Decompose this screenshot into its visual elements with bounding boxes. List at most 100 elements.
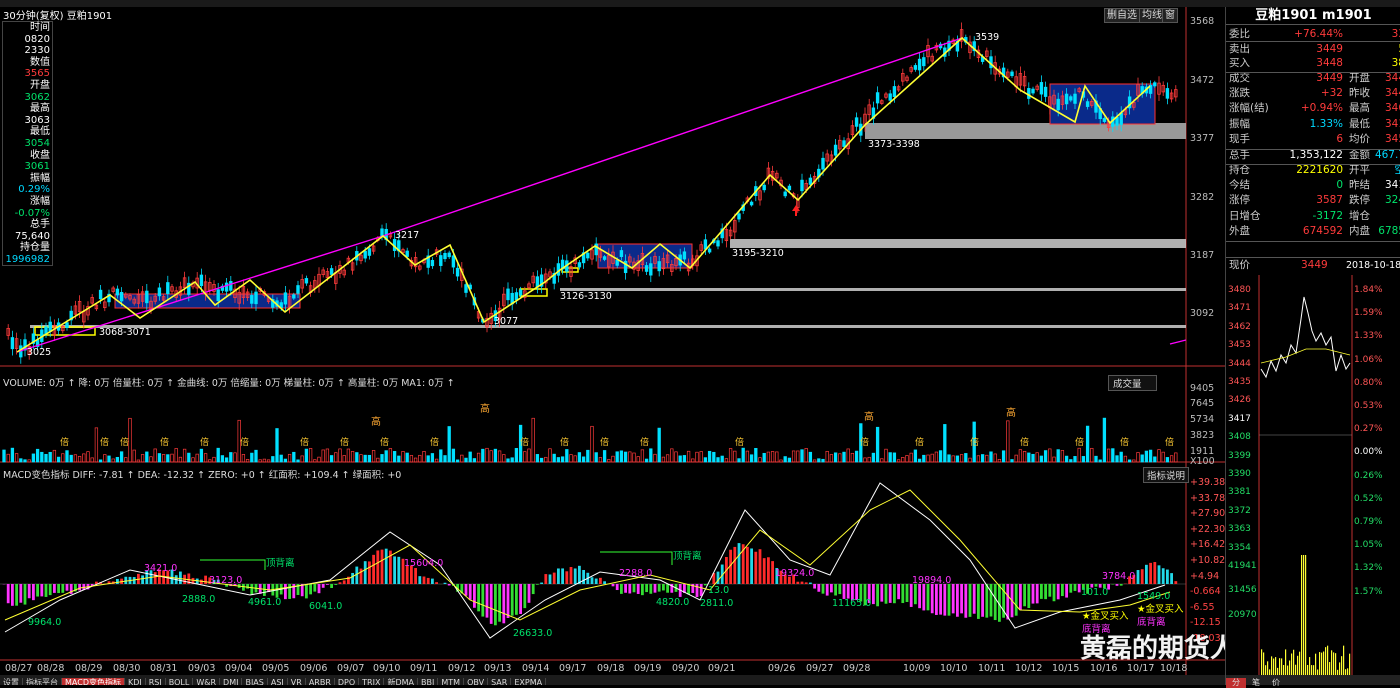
candle-body: [784, 192, 787, 196]
date-tick: 09/28: [843, 663, 870, 674]
info-row: 3061: [3, 161, 52, 173]
mini-volume-bar: [1299, 652, 1300, 675]
quote-value: 0: [1336, 178, 1343, 193]
volume-bar: [839, 454, 842, 462]
indicator-tab[interactable]: OBV: [464, 678, 488, 685]
indicator-tab[interactable]: W&R: [193, 678, 220, 685]
macd-histogram-bar: [624, 584, 627, 593]
indicator-tab[interactable]: MACD变色指标: [62, 678, 125, 685]
kline-chart-area[interactable]: 高高高高倍倍倍倍倍倍倍倍倍倍倍倍倍倍倍倍倍倍倍倍倍倍: [0, 7, 1225, 675]
quote-bottom-tabs[interactable]: 分笔价: [1226, 675, 1400, 685]
indicator-tab-bar[interactable]: 设置指标平台MACD变色指标KDJRSIBOLLW&RDMIBIASASIVRA…: [0, 675, 1225, 685]
indicator-tab[interactable]: ASI: [268, 678, 288, 685]
volume-bar: [868, 457, 871, 462]
volume-bar: [20, 459, 23, 462]
volume-bar: [696, 452, 699, 462]
macd-histogram-bar: [696, 584, 699, 597]
window-button[interactable]: 窗: [1162, 8, 1178, 23]
indicator-tab[interactable]: DMI: [220, 678, 242, 685]
volume-bar: [557, 457, 560, 462]
volume-bar: [217, 448, 220, 462]
macd-histogram-bar: [133, 577, 136, 584]
indicator-tab[interactable]: EXPMA: [511, 678, 546, 685]
macd-histogram-bar: [994, 584, 997, 620]
macd-histogram-bar: [817, 584, 820, 592]
macd-histogram-bar: [956, 584, 959, 617]
mini-volume-bar: [1341, 656, 1342, 675]
candle-body: [822, 158, 825, 169]
volume-bar: [490, 451, 493, 462]
macd-tick: +10.82: [1190, 555, 1225, 566]
indicator-tab[interactable]: SAR: [488, 678, 511, 685]
volume-bar: [666, 455, 669, 462]
volume-bar: [1141, 455, 1144, 462]
macd-histogram-bar: [15, 584, 18, 606]
macd-histogram-bar: [1137, 570, 1140, 584]
indicator-tab[interactable]: VR: [288, 678, 306, 685]
volume-bar: [981, 455, 984, 462]
indicator-tab[interactable]: BBI: [418, 678, 438, 685]
indicator-tab[interactable]: ARBR: [306, 678, 335, 685]
quote-tab[interactable]: 价: [1266, 678, 1286, 688]
quote-key2: 最低: [1349, 117, 1370, 132]
volume-bar: [28, 460, 31, 462]
volume-bar: [826, 451, 829, 462]
remove-favorite-button[interactable]: 删自选: [1104, 8, 1140, 23]
candle-body: [116, 289, 119, 295]
indicator-help-button[interactable]: 指标说明: [1143, 467, 1189, 483]
volume-indicator-dropdown[interactable]: 成交量: [1108, 375, 1157, 391]
candle-body: [406, 251, 409, 256]
volume-bar: [830, 455, 833, 462]
indicator-tab[interactable]: BIAS: [242, 678, 267, 685]
quote-tab[interactable]: 笔: [1246, 678, 1266, 688]
volume-bar: [146, 452, 149, 462]
volume-bar: [473, 459, 476, 462]
macd-histogram-bar: [931, 584, 934, 613]
volume-bar: [70, 455, 73, 462]
quote-tab[interactable]: 分: [1226, 678, 1246, 688]
info-row: 最高: [3, 103, 52, 115]
macd-histogram-bar: [53, 584, 56, 593]
macd-histogram-bar: [1170, 573, 1173, 584]
volume-bar: [834, 453, 837, 462]
quote-row: 卖出34495: [1229, 42, 1400, 57]
indicator-tab[interactable]: KDJ: [125, 678, 146, 685]
macd-histogram-bar: [141, 575, 144, 584]
volume-bar: [213, 457, 216, 462]
macd-histogram-bar: [284, 584, 287, 599]
quote-title: 豆粕1901 m1901: [1226, 7, 1400, 25]
candle-body: [738, 214, 741, 219]
macd-histogram-bar: [885, 584, 888, 604]
volume-bar: [200, 449, 203, 462]
mini-volume-bar: [1303, 555, 1304, 675]
quote-key2: 开盘: [1349, 71, 1370, 86]
quote-key: 总手: [1229, 148, 1250, 163]
macd-histogram-bar: [36, 584, 39, 597]
candle-body: [788, 186, 791, 190]
mini-volume-bar: [1321, 653, 1322, 675]
macd-histogram-bar: [1048, 584, 1051, 597]
indicator-tab[interactable]: 设置: [0, 678, 23, 685]
indicator-tab[interactable]: 指标平台: [23, 678, 62, 685]
indicator-tab[interactable]: MTM: [438, 678, 464, 685]
info-row: 持仓量: [3, 242, 52, 254]
volume-bar: [1112, 449, 1115, 462]
quote-row: 外盘674592内盘6785: [1229, 224, 1400, 239]
volume-bar: [188, 453, 191, 462]
quote-key2: 最高: [1349, 101, 1370, 116]
candle-body: [293, 295, 296, 298]
indicator-tab[interactable]: 新DMA: [384, 678, 418, 685]
date-tick: 08/29: [75, 663, 102, 674]
quote-row: 涨幅(结)+0.94%最高346: [1229, 101, 1400, 116]
mini-volume-bar: [1343, 646, 1344, 675]
quote-separator: [1226, 41, 1400, 42]
indicator-tab[interactable]: TRIX: [359, 678, 384, 685]
volume-double-marker: 倍: [60, 436, 69, 448]
macd-histogram-bar: [969, 584, 972, 617]
macd-histogram-bar: [263, 584, 266, 596]
volume-bar: [242, 454, 245, 462]
macd-histogram-bar: [834, 584, 837, 595]
indicator-tab[interactable]: DPO: [335, 678, 359, 685]
indicator-tab[interactable]: RSI: [146, 678, 166, 685]
indicator-tab[interactable]: BOLL: [166, 678, 194, 685]
